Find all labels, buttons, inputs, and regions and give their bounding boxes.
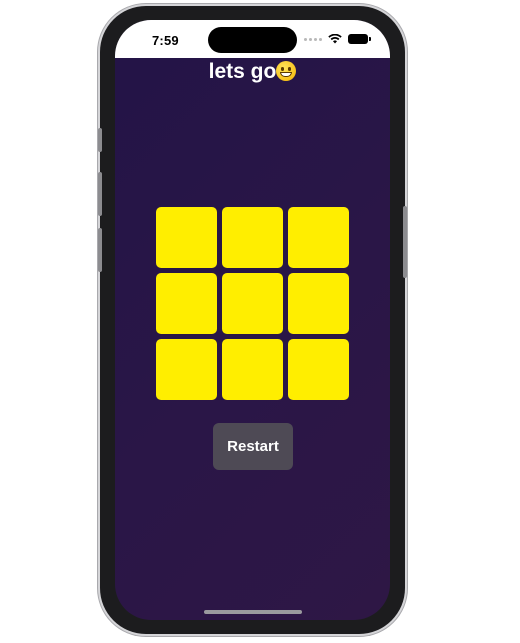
board-cell[interactable] — [222, 207, 283, 268]
status-icons — [304, 34, 371, 44]
volume-up-button — [98, 172, 102, 216]
battery-icon — [348, 34, 371, 44]
app-screen: 7:59 lets go Restart — [115, 20, 390, 620]
wifi-icon — [328, 34, 342, 44]
board-cell[interactable] — [156, 339, 217, 400]
volume-down-button — [98, 228, 102, 272]
title-text: lets go — [208, 60, 277, 83]
mute-switch — [98, 128, 102, 152]
board-cell[interactable] — [288, 207, 349, 268]
board-cell[interactable] — [156, 207, 217, 268]
page-title: lets go — [115, 60, 390, 84]
status-time: 7:59 — [152, 33, 179, 48]
board-cell[interactable] — [222, 273, 283, 334]
home-indicator[interactable] — [204, 610, 302, 614]
board-cell[interactable] — [288, 273, 349, 334]
board-cell[interactable] — [288, 339, 349, 400]
tic-tac-toe-board — [156, 207, 350, 400]
board-cell[interactable] — [156, 273, 217, 334]
signal-icon — [304, 37, 322, 41]
status-bar: 7:59 — [115, 20, 390, 58]
grinning-face-icon — [276, 61, 297, 81]
dynamic-island — [208, 27, 297, 53]
board-cell[interactable] — [222, 339, 283, 400]
power-button — [403, 206, 407, 278]
restart-button[interactable]: Restart — [213, 423, 293, 470]
